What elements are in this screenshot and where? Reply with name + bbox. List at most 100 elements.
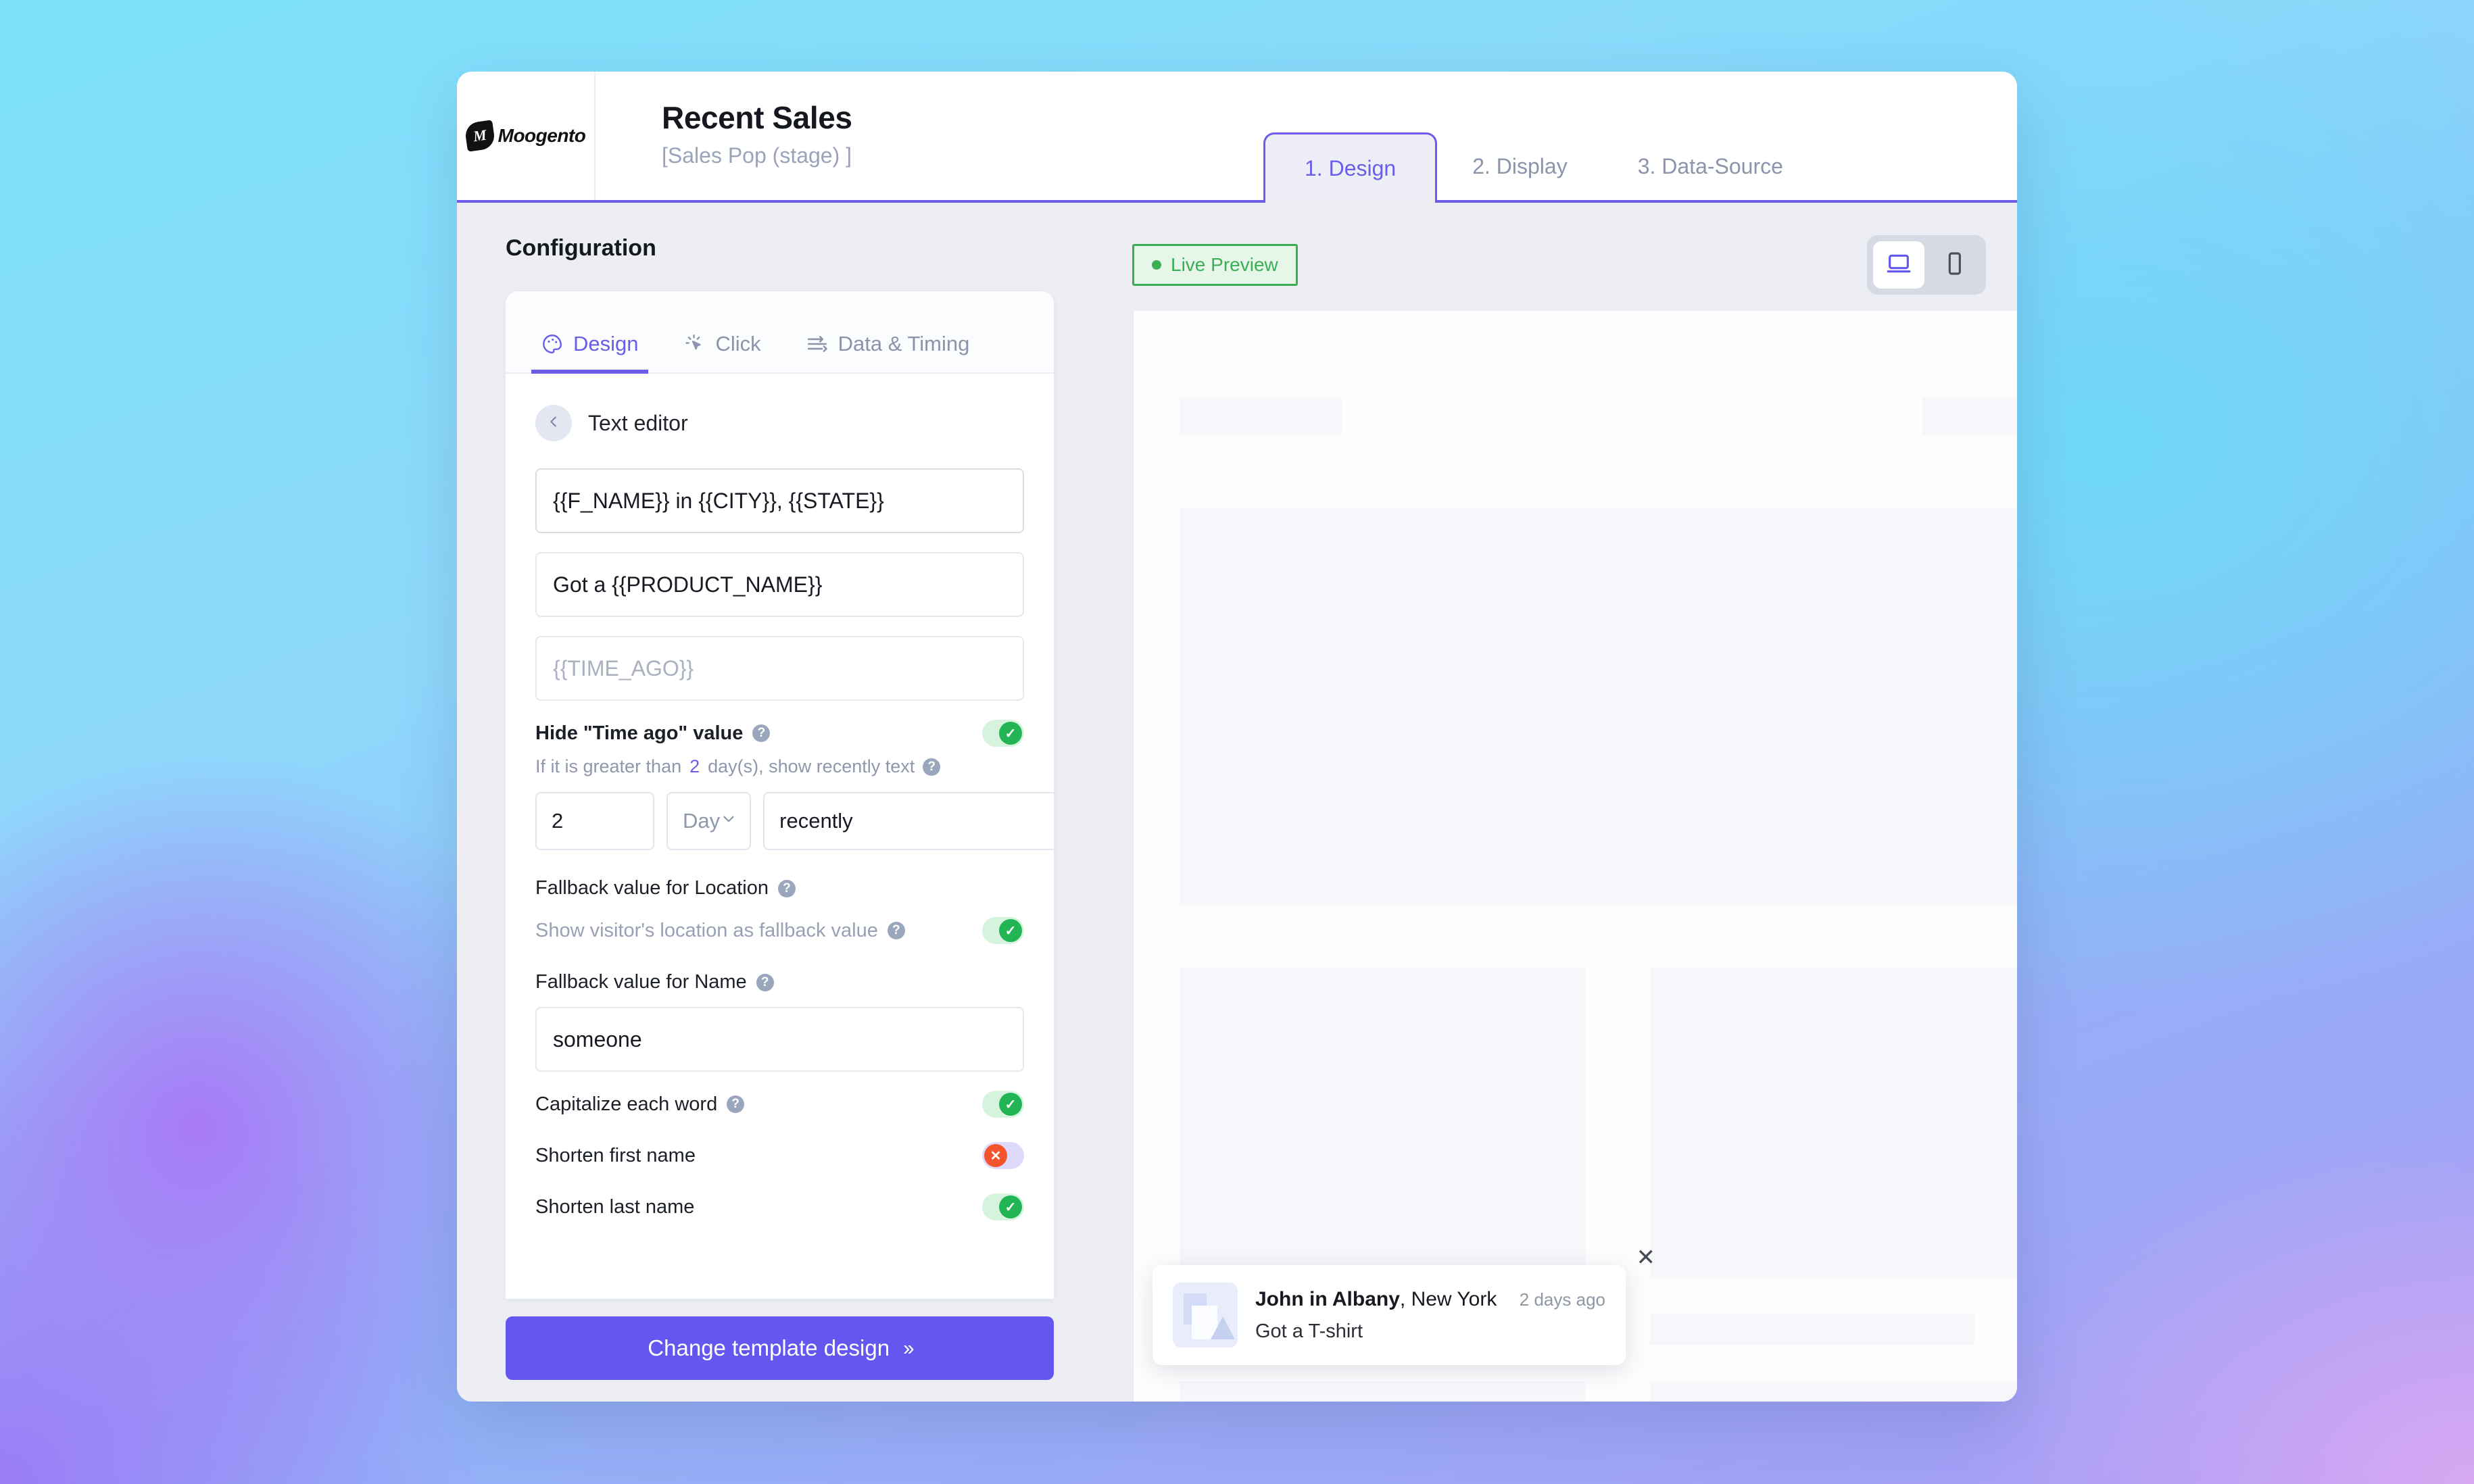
help-icon[interactable]: ? — [923, 758, 941, 776]
hide-time-ago-hint: If it is greater than 2 day(s), show rec… — [535, 756, 1024, 777]
shorten-last-name-toggle[interactable]: ✓ — [982, 1193, 1024, 1220]
preview-canvas: John in Albany, New York 2 days ago Got … — [1132, 311, 2017, 1402]
message-line-3-input[interactable] — [535, 636, 1024, 701]
shorten-last-name-label: Shorten last name — [535, 1195, 695, 1218]
shorten-first-name-row: Shorten first name ✕ — [535, 1142, 1024, 1169]
hide-time-ago-row: Hide "Time ago" value ? ✓ — [535, 720, 1024, 747]
palette-icon — [541, 332, 564, 355]
check-icon: ✓ — [999, 1195, 1022, 1218]
sales-pop-product: Got a T-shirt — [1255, 1320, 1363, 1342]
check-icon: ✓ — [999, 722, 1022, 745]
show-visitor-location-row: Show visitor's location as fallback valu… — [535, 917, 1024, 944]
capitalize-each-word-label: Capitalize each word — [535, 1093, 718, 1115]
mobile-icon — [1941, 250, 1968, 280]
change-template-design-label: Change template design — [648, 1335, 890, 1360]
show-visitor-location-label-group: Show visitor's location as fallback valu… — [535, 920, 905, 942]
subtab-click-label: Click — [715, 332, 761, 355]
time-ago-controls: Day — [535, 792, 1054, 850]
brand-name: Moogento — [498, 125, 586, 146]
text-editor-header: Text editor — [535, 405, 1024, 441]
page-subtitle: [Sales Pop (stage) ] — [662, 143, 852, 168]
fallback-name-input[interactable] — [535, 1007, 1024, 1072]
page-title: Recent Sales — [662, 100, 852, 135]
tab-data-source[interactable]: 3. Data-Source — [1603, 132, 1818, 200]
tab-design[interactable]: 1. Design — [1263, 132, 1438, 203]
sales-pop-time: 2 days ago — [1519, 1289, 1605, 1310]
laptop-icon — [1885, 250, 1912, 280]
double-chevron-right-icon: ›› — [903, 1336, 915, 1360]
subtab-design[interactable]: Design — [531, 332, 648, 374]
app-header: M Moogento Recent Sales [Sales Pop (stag… — [457, 72, 2017, 203]
recently-text-input[interactable] — [763, 792, 1054, 850]
chevron-left-icon — [546, 414, 561, 432]
close-icon[interactable]: ✕ — [1636, 1246, 1656, 1269]
image-placeholder-icon — [1173, 1283, 1238, 1347]
help-icon[interactable]: ? — [777, 879, 796, 897]
sales-pop-body: John in Albany, New York 2 days ago Got … — [1255, 1288, 1605, 1343]
skeleton-block — [1180, 968, 1585, 1279]
back-button[interactable] — [535, 405, 572, 441]
tab-display[interactable]: 2. Display — [1437, 132, 1603, 200]
fallback-location-label-group: Fallback value for Location ? — [535, 877, 1024, 899]
skeleton-block — [1650, 1314, 1974, 1345]
time-amount-input[interactable] — [535, 792, 654, 850]
show-visitor-location-toggle[interactable]: ✓ — [982, 917, 1024, 944]
capitalize-each-word-toggle[interactable]: ✓ — [982, 1091, 1024, 1118]
skeleton-block — [1922, 397, 2017, 435]
app-body: Configuration Design Click Data & Timing… — [457, 203, 2017, 1402]
skeleton-block — [1650, 968, 2017, 1279]
close-icon: ✕ — [984, 1144, 1007, 1167]
subtab-click[interactable]: Click — [674, 332, 771, 374]
shorten-first-name-toggle[interactable]: ✕ — [982, 1142, 1024, 1169]
shorten-first-name-label: Shorten first name — [535, 1144, 696, 1166]
preview-toolbar: Live Preview — [1132, 235, 2017, 295]
time-unit-select[interactable]: Day — [666, 792, 752, 850]
message-line-1-input[interactable] — [535, 468, 1024, 533]
live-preview-badge: Live Preview — [1132, 244, 1298, 286]
skeleton-block — [1180, 397, 1342, 435]
live-preview-label: Live Preview — [1171, 254, 1278, 275]
hint-suffix: day(s), show recently text — [708, 756, 915, 776]
help-icon[interactable]: ? — [887, 922, 905, 939]
hide-time-ago-toggle[interactable]: ✓ — [982, 720, 1024, 747]
message-line-2-input[interactable] — [535, 552, 1024, 617]
fallback-name-label: Fallback value for Name — [535, 971, 747, 993]
change-template-design-button[interactable]: Change template design ›› — [506, 1316, 1054, 1380]
sales-pop-name-rest: , New York — [1399, 1287, 1497, 1310]
configuration-panel: Configuration Design Click Data & Timing… — [457, 203, 1102, 1402]
help-icon[interactable]: ? — [727, 1095, 745, 1113]
fallback-location-label: Fallback value for Location — [535, 877, 769, 899]
text-editor-section: Text editor Hide "Time ago" value ? ✓ — [506, 374, 1054, 1299]
shorten-first-name-label-group: Shorten first name — [535, 1145, 696, 1167]
sales-pop-notification[interactable]: John in Albany, New York 2 days ago Got … — [1153, 1246, 1655, 1365]
help-icon[interactable]: ? — [756, 973, 774, 991]
capitalize-each-word-row: Capitalize each word ? ✓ — [535, 1091, 1024, 1118]
cta-area: Change template design ›› — [506, 1299, 1054, 1402]
shorten-last-name-label-group: Shorten last name — [535, 1196, 694, 1218]
check-icon: ✓ — [999, 919, 1022, 942]
status-dot-icon — [1152, 260, 1161, 270]
brand-logo: M Moogento — [457, 72, 596, 200]
show-visitor-location-label: Show visitor's location as fallback valu… — [535, 919, 878, 941]
cursor-click-icon — [683, 332, 706, 355]
sales-pop-name-bold: John in Albany — [1255, 1287, 1400, 1310]
subtab-design-label: Design — [573, 332, 639, 355]
help-icon[interactable]: ? — [752, 724, 771, 742]
moogento-badge-icon: M — [463, 120, 496, 152]
device-mobile-button[interactable] — [1929, 241, 1980, 289]
device-desktop-button[interactable] — [1873, 241, 1924, 289]
page-title-block: Recent Sales [Sales Pop (stage) ] — [596, 72, 1238, 200]
hint-prefix: If it is greater than — [535, 756, 682, 776]
skeleton-block — [1180, 1381, 1585, 1402]
hide-time-ago-label: Hide "Time ago" value — [535, 722, 744, 744]
sales-pop-name-line: John in Albany, New York — [1255, 1288, 1497, 1311]
configuration-heading: Configuration — [506, 235, 656, 261]
configuration-card: Design Click Data & Timing Text editor {… — [506, 291, 1054, 1299]
text-editor-title: Text editor — [588, 410, 688, 435]
check-icon: ✓ — [999, 1093, 1022, 1116]
chevron-down-icon — [720, 809, 737, 833]
subtab-data-timing[interactable]: Data & Timing — [796, 332, 979, 374]
skeleton-block — [1180, 508, 2017, 906]
time-unit-value: Day — [683, 809, 721, 833]
subtab-data-timing-label: Data & Timing — [838, 332, 970, 355]
